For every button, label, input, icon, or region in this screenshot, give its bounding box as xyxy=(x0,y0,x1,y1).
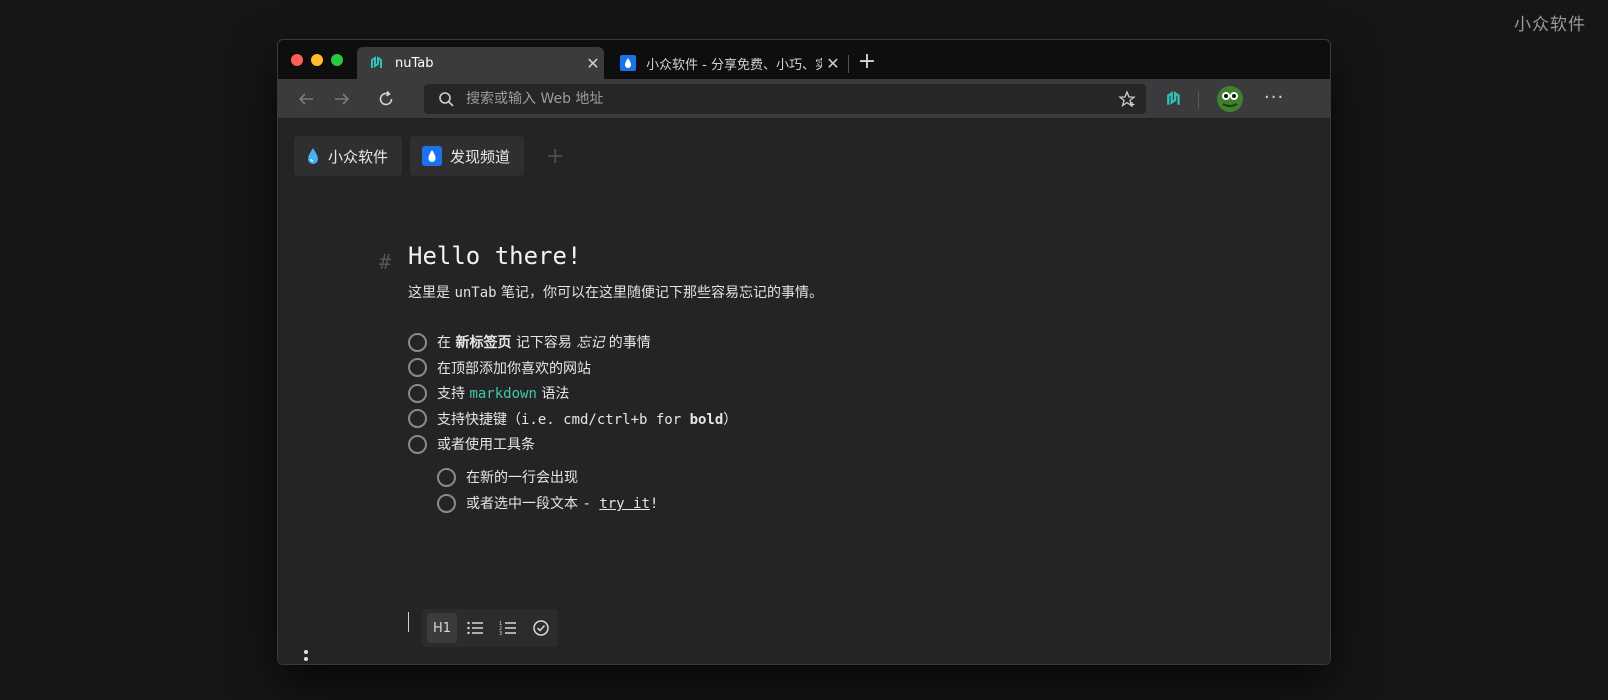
todo-text[interactable]: 在 新标签页 记下容易 忘记 的事情 xyxy=(437,332,651,352)
todo-text[interactable]: 或者使用工具条 xyxy=(437,434,535,454)
check-circle-icon xyxy=(533,620,549,636)
bullet-list-button[interactable] xyxy=(460,613,490,643)
heading-marker: # xyxy=(379,250,392,274)
todo-checkbox[interactable] xyxy=(408,434,427,454)
new-tab-page: 小众软件 发现频道 + # Hello there! 这里是 unTab 笔记，… xyxy=(278,120,1330,664)
watermark: 小众软件 xyxy=(1514,15,1586,35)
close-window-button[interactable] xyxy=(291,54,303,66)
svg-text:3: 3 xyxy=(499,631,502,636)
text-cursor xyxy=(408,612,409,632)
format-toolbar: H1 123 xyxy=(422,609,558,647)
checklist-button[interactable] xyxy=(526,613,556,643)
bookmark-discover[interactable]: 发现频道 xyxy=(410,136,525,176)
favorite-star-icon[interactable] xyxy=(1118,90,1136,108)
subtodo-item[interactable]: 在新的一行会出现 xyxy=(437,467,578,487)
todo-checkbox[interactable] xyxy=(408,383,427,403)
address-bar[interactable] xyxy=(424,84,1146,114)
window-controls xyxy=(291,54,343,66)
numbered-list-icon: 123 xyxy=(499,621,516,636)
arrow-right-icon xyxy=(335,93,350,105)
arrow-left-icon xyxy=(298,93,313,105)
close-tab-icon[interactable]: ✕ xyxy=(582,54,604,73)
close-tab-icon[interactable]: ✕ xyxy=(822,54,844,73)
todo-item[interactable]: 支持快捷键（i.e. cmd/ctrl+b for bold） xyxy=(408,409,737,429)
bookmark-appinn[interactable]: 小众软件 xyxy=(294,136,403,176)
browser-toolbar: ··· xyxy=(278,79,1330,119)
todo-checkbox[interactable] xyxy=(408,409,427,428)
todo-item[interactable]: 支持 markdown 语法 xyxy=(408,383,569,403)
todo-text[interactable]: 在顶部添加你喜欢的网站 xyxy=(437,358,591,378)
numbered-list-button[interactable]: 123 xyxy=(493,613,523,643)
todo-text[interactable]: 在新的一行会出现 xyxy=(466,467,578,487)
water-drop-icon xyxy=(306,147,320,165)
bookmark-label: 发现频道 xyxy=(450,147,511,166)
back-button[interactable] xyxy=(292,85,320,113)
todo-checkbox[interactable] xyxy=(437,467,456,487)
bookmark-label: 小众软件 xyxy=(328,147,389,166)
tab-title: 小众软件 - 分享免费、小巧、实用 xyxy=(646,57,822,73)
bookmark-bar: 小众软件 发现频道 + xyxy=(294,136,564,176)
more-options-icon[interactable]: ··· xyxy=(1264,87,1284,108)
todo-checkbox[interactable] xyxy=(437,493,456,513)
menu-dots-icon[interactable] xyxy=(300,650,312,664)
bullet-list-icon xyxy=(467,621,483,635)
forward-button[interactable] xyxy=(328,85,356,113)
search-icon xyxy=(439,92,454,107)
todo-text[interactable]: 支持快捷键（i.e. cmd/ctrl+b for bold） xyxy=(437,409,737,429)
profile-avatar[interactable] xyxy=(1217,86,1243,112)
note-heading[interactable]: Hello there! xyxy=(408,242,581,270)
browser-window: nuTab ✕ 小众软件 - 分享免费、小巧、实用 ✕ + 搜索或输入 Web … xyxy=(277,39,1331,665)
tab-title: nuTab xyxy=(395,55,434,71)
todo-text[interactable]: 支持 markdown 语法 xyxy=(437,383,569,403)
add-bookmark-button[interactable]: + xyxy=(546,144,564,169)
tab-strip: nuTab ✕ 小众软件 - 分享免费、小巧、实用 ✕ + xyxy=(278,40,1330,79)
water-drop-box-icon xyxy=(422,146,443,166)
toolbar-divider xyxy=(1198,91,1199,109)
heading-1-button[interactable]: H1 xyxy=(427,613,457,643)
note-intro[interactable]: 这里是 unTab 笔记，你可以在这里随便记下那些容易忘记的事情。 xyxy=(408,282,823,302)
tab-appinn[interactable]: 小众软件 - 分享免费、小巧、实用 ✕ xyxy=(608,47,844,79)
nutab-logo-icon xyxy=(369,55,385,71)
appinn-drop-icon xyxy=(620,55,636,71)
address-input[interactable] xyxy=(466,84,1066,114)
minimize-window-button[interactable] xyxy=(311,54,323,66)
maximize-window-button[interactable] xyxy=(331,54,343,66)
tab-divider xyxy=(848,55,849,73)
todo-item[interactable]: 在 新标签页 记下容易 忘记 的事情 xyxy=(408,332,651,352)
new-tab-button[interactable]: + xyxy=(854,49,880,75)
todo-item[interactable]: 在顶部添加你喜欢的网站 xyxy=(408,358,591,378)
subtodo-item[interactable]: 或者选中一段文本 - try it! xyxy=(437,493,658,513)
refresh-button[interactable] xyxy=(372,85,400,113)
todo-text[interactable]: 或者选中一段文本 - try it! xyxy=(466,493,658,513)
todo-item[interactable]: 或者使用工具条 xyxy=(408,434,535,454)
refresh-icon xyxy=(379,90,393,106)
tab-nutab[interactable]: nuTab ✕ xyxy=(357,47,604,79)
todo-checkbox[interactable] xyxy=(408,358,427,377)
nutab-extension-icon[interactable] xyxy=(1166,91,1182,111)
todo-checkbox[interactable] xyxy=(408,332,427,352)
